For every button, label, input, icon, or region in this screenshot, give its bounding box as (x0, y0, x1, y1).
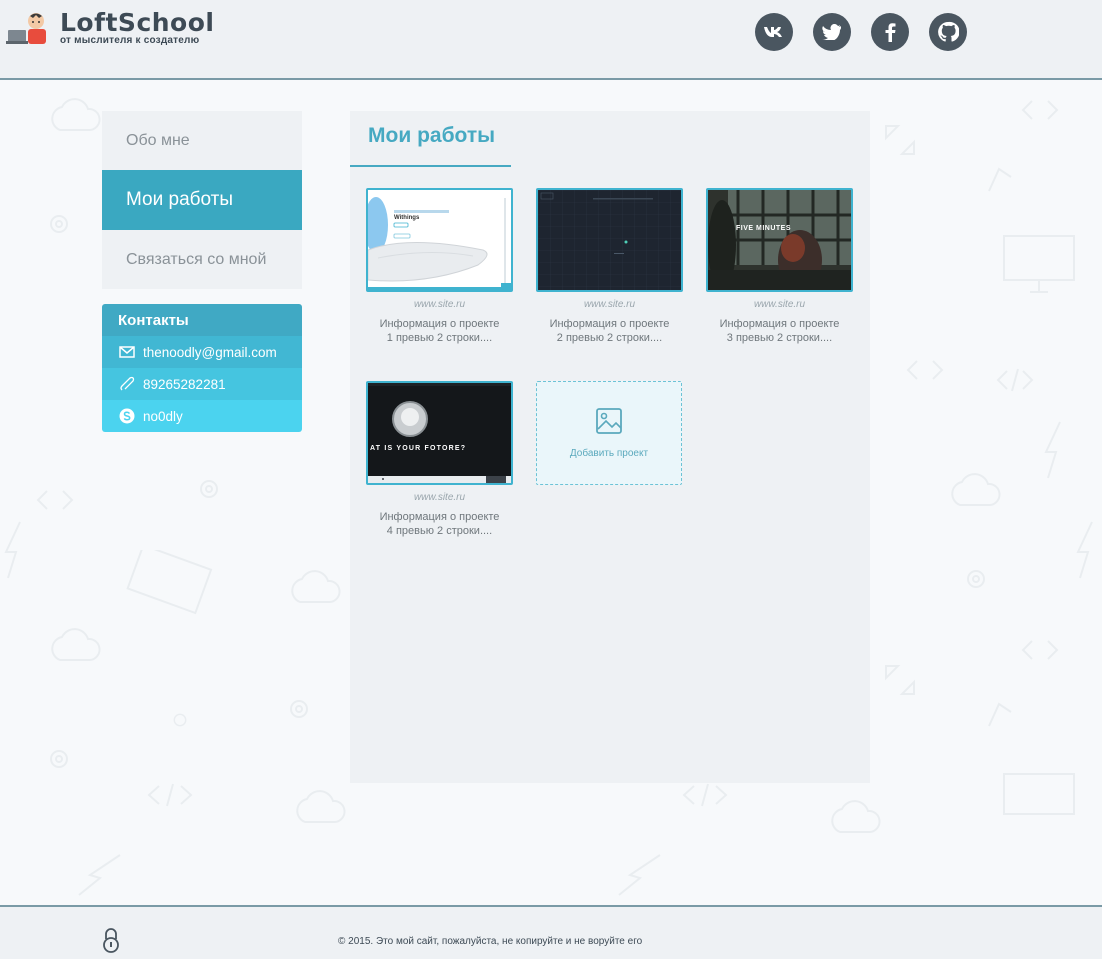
code-doodle-icon (1021, 100, 1059, 120)
arrows-doodle-icon (988, 702, 1012, 727)
mail-icon (118, 343, 136, 361)
lightning-doodle-icon (1044, 421, 1061, 479)
work-desc-line: 1 превью 2 строки.... (386, 332, 493, 344)
gear-doodle-icon (50, 215, 68, 233)
gear-doodle-icon (290, 700, 308, 718)
lock-icon[interactable] (102, 927, 120, 958)
contacts-block: Контакты thenoodly@gmail.com 89265282281… (102, 304, 302, 432)
arrows-doodle-icon (885, 125, 915, 155)
gear-doodle-icon (200, 480, 218, 498)
work-desc-line: Информация о проекте (549, 318, 670, 330)
cloud-doodle-icon (291, 570, 341, 603)
work-card: AT IS YOUR FOTORE? www.site.ru Информаци… (366, 381, 513, 538)
monitor-doodle-icon (1003, 235, 1075, 293)
thumb-caption: FIVE MINUTES (736, 225, 792, 232)
cloud-doodle-icon (296, 790, 346, 823)
contact-phone-text: 89265282281 (143, 376, 226, 392)
nav-item-contact[interactable]: Связаться со мной (102, 230, 302, 289)
nav-item-about[interactable]: Обо мне (102, 111, 302, 170)
work-thumbnail[interactable]: AT IS YOUR FOTORE? (366, 381, 513, 485)
cloud-doodle-icon (831, 800, 881, 833)
thumb-brand: Withings (394, 215, 420, 221)
code-doodle-icon (996, 368, 1034, 392)
copyright-text: © 2015. Это мой сайт, пожалуйста, не коп… (338, 936, 643, 947)
work-desc-line: Информация о проекте (379, 318, 500, 330)
logo-title: LoftSchool (60, 8, 215, 37)
contact-skype[interactable]: no0dly (102, 400, 302, 432)
work-url[interactable]: www.site.ru (366, 299, 513, 310)
contacts-title: Контакты (102, 304, 302, 336)
page-title: Мои работы (368, 124, 496, 147)
work-desc-line: Информация о проекте (719, 318, 840, 330)
phone-icon (118, 375, 136, 393)
contact-email[interactable]: thenoodly@gmail.com (102, 336, 302, 368)
twitter-icon[interactable] (813, 13, 851, 51)
work-card: www.site.ru Информация о проекте 2 превь… (536, 188, 683, 345)
logo[interactable]: LoftSchool от мыслителя к создателю (6, 10, 214, 46)
social-links (755, 13, 987, 51)
add-project-label: Добавить проект (569, 448, 649, 459)
cloud-doodle-icon (51, 98, 101, 131)
skype-icon (118, 407, 136, 425)
sidebar-nav: Обо мне Мои работы Связаться со мной (102, 111, 302, 289)
cloud-doodle-icon (951, 473, 1001, 506)
work-description: Информация о проекте 3 превью 2 строки..… (706, 317, 853, 345)
title-underline (350, 165, 511, 167)
logo-subtitle: от мыслителя к создателю (60, 35, 200, 46)
code-doodle-icon (36, 490, 74, 510)
works-panel: Мои работы Withings www.site.ru Информац… (350, 111, 870, 783)
work-description: Информация о проекте 4 превью 2 строки..… (366, 510, 513, 538)
gear-doodle-icon (173, 713, 187, 727)
site-header: LoftSchool от мыслителя к создателю (0, 0, 1102, 80)
facebook-icon[interactable] (871, 13, 909, 51)
work-thumbnail[interactable]: Withings (366, 188, 513, 292)
monitor-doodle-icon (126, 550, 213, 615)
add-project-button[interactable]: Добавить проект (536, 381, 682, 485)
lightning-doodle-icon (4, 521, 21, 579)
work-desc-line: 3 превью 2 строки.... (726, 332, 833, 344)
work-url[interactable]: www.site.ru (366, 492, 513, 503)
contact-skype-text: no0dly (143, 408, 183, 424)
work-description: Информация о проекте 1 превью 2 строки..… (366, 317, 513, 345)
nav-item-works[interactable]: Мои работы (102, 170, 302, 230)
mascot-icon (6, 10, 52, 46)
lightning-doodle-icon (618, 854, 661, 896)
work-desc-line: 2 превью 2 строки.... (556, 332, 663, 344)
work-desc-line: Информация о проекте (379, 511, 500, 523)
nav-item-label: Мои работы (126, 189, 234, 210)
code-doodle-icon (906, 360, 944, 380)
arrows-doodle-icon (988, 167, 1012, 192)
work-thumbnail[interactable] (536, 188, 683, 292)
contact-email-text: thenoodly@gmail.com (143, 344, 277, 360)
code-doodle-icon (147, 783, 193, 807)
work-desc-line: 4 превью 2 строки.... (386, 525, 493, 537)
work-url[interactable]: www.site.ru (536, 299, 683, 310)
thumb-caption: AT IS YOUR FOTORE? (370, 445, 467, 452)
work-card: FIVE MINUTES www.site.ru Информация о пр… (706, 188, 853, 345)
cloud-doodle-icon (51, 628, 101, 661)
code-doodle-icon (1021, 640, 1059, 660)
monitor-doodle-icon (1003, 773, 1075, 815)
work-description: Информация о проекте 2 превью 2 строки..… (536, 317, 683, 345)
nav-item-label: Обо мне (126, 131, 190, 149)
github-icon[interactable] (929, 13, 967, 51)
gear-doodle-icon (967, 570, 985, 588)
lightning-doodle-icon (78, 854, 121, 896)
arrows-doodle-icon (885, 665, 915, 695)
code-doodle-icon (682, 783, 728, 807)
contact-phone[interactable]: 89265282281 (102, 368, 302, 400)
lightning-doodle-icon (1076, 521, 1093, 579)
gear-doodle-icon (50, 750, 68, 768)
image-add-icon (595, 407, 623, 440)
work-url[interactable]: www.site.ru (706, 299, 853, 310)
nav-item-label: Связаться со мной (126, 250, 267, 268)
work-thumbnail[interactable]: FIVE MINUTES (706, 188, 853, 292)
work-card: Withings www.site.ru Информация о проект… (366, 188, 513, 345)
site-footer: © 2015. Это мой сайт, пожалуйста, не коп… (0, 905, 1102, 959)
vk-icon[interactable] (755, 13, 793, 51)
